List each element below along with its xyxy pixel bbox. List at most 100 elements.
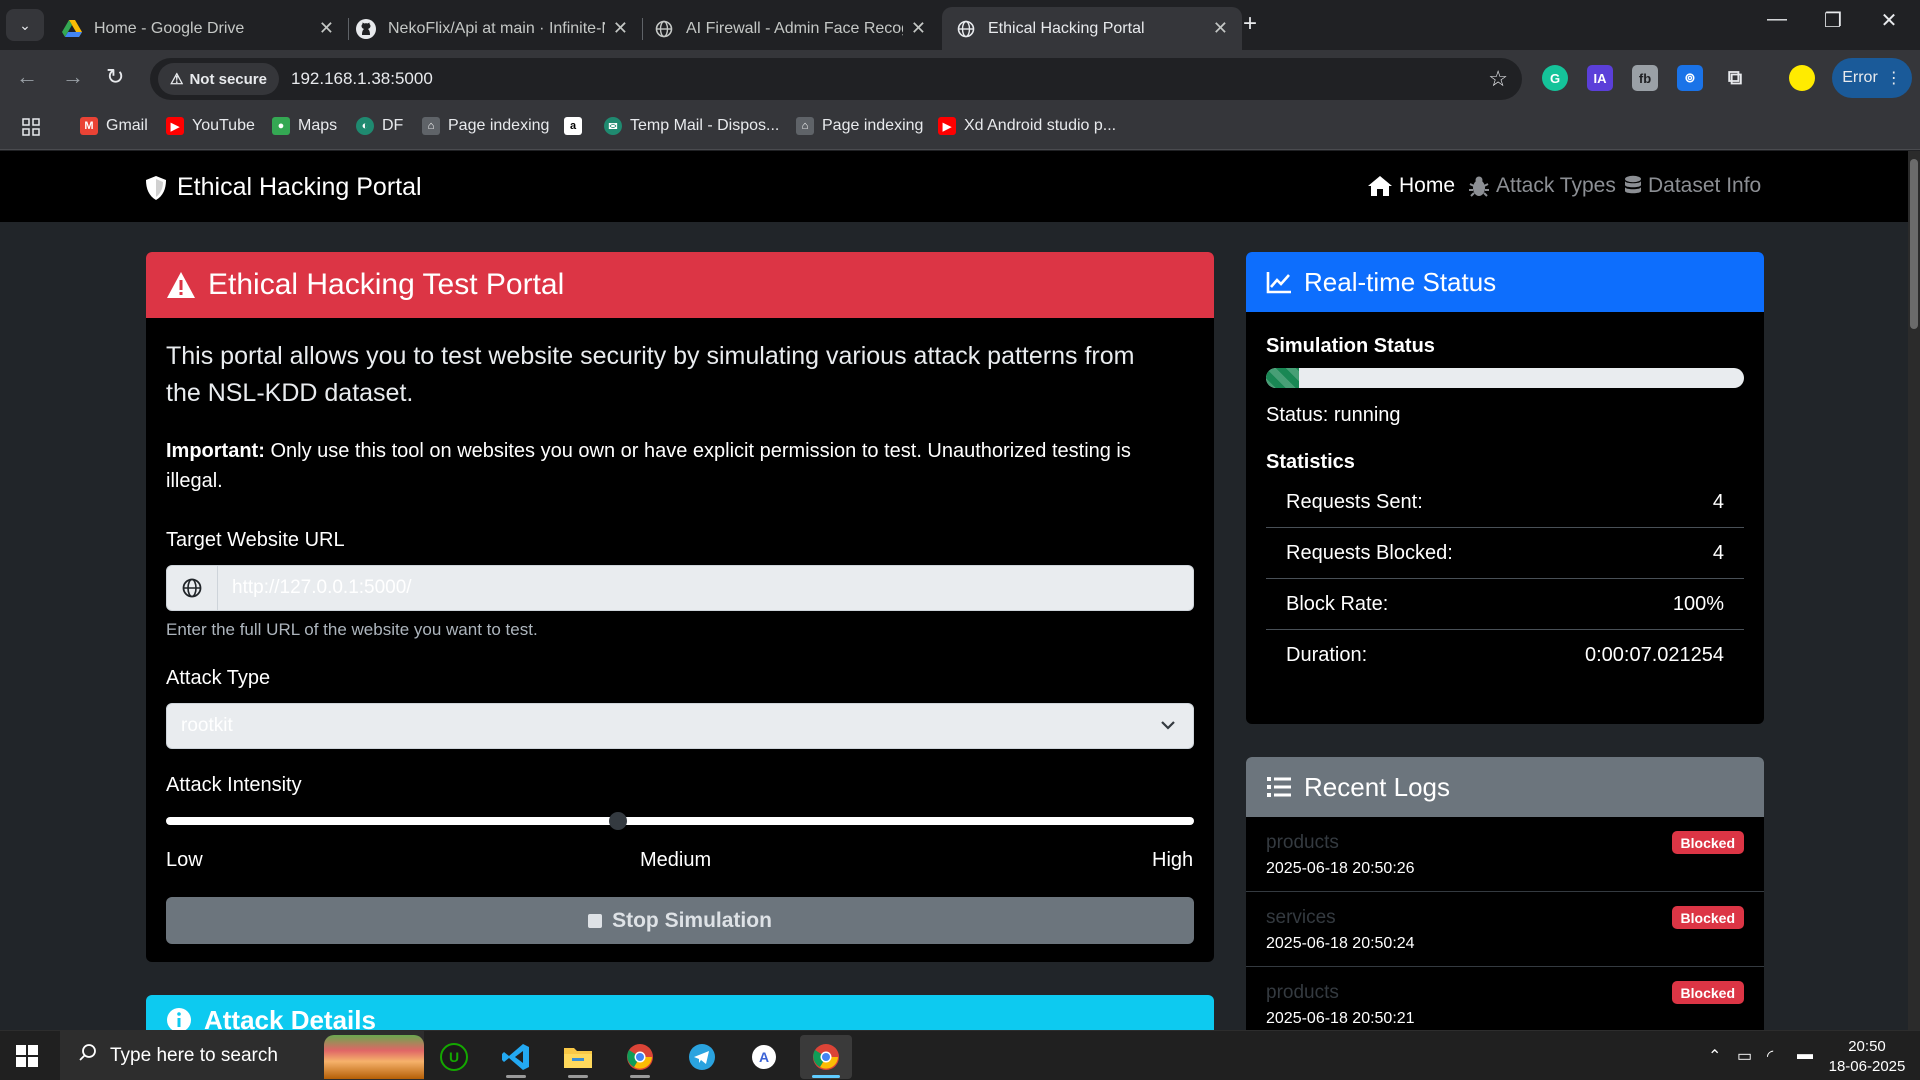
df-icon: ◐: [356, 117, 374, 135]
bookmark-temp-mail[interactable]: ✉ Temp Mail - Dispos...: [604, 117, 779, 135]
tab-github[interactable]: NekoFlix/Api at main · Infinite-N ✕: [342, 7, 642, 50]
tab-search-button[interactable]: ⌄: [6, 9, 44, 41]
close-icon[interactable]: ✕: [911, 18, 926, 39]
taskbar-clock[interactable]: 20:50 18-06-2025: [1828, 1037, 1906, 1077]
tab-title: Home - Google Drive: [94, 19, 245, 37]
close-icon[interactable]: ✕: [613, 18, 628, 39]
chevron-up-icon[interactable]: ⌃: [1708, 1046, 1721, 1066]
warning-triangle-icon: [167, 272, 195, 298]
chevron-down-icon: [1161, 721, 1175, 730]
not-secure-chip[interactable]: ⚠ Not secure: [158, 63, 279, 95]
close-window-icon[interactable]: ✕: [1866, 8, 1912, 33]
restore-icon[interactable]: ❐: [1810, 8, 1856, 33]
grammarly-extension-icon[interactable]: G: [1542, 65, 1568, 91]
telegram-icon[interactable]: [676, 1035, 728, 1079]
nav-home[interactable]: Home: [1367, 174, 1455, 198]
attack-type-value: rootkit: [181, 715, 233, 736]
bookmark-youtube[interactable]: ▶ YouTube: [166, 117, 255, 135]
bookmark-label: Page indexing: [448, 117, 550, 134]
gmail-icon: M: [80, 117, 98, 135]
list-item[interactable]: products 2025-06-18 20:50:21 Blocked: [1246, 967, 1764, 1030]
back-icon[interactable]: ←: [16, 64, 38, 90]
url-text[interactable]: 192.168.1.38:5000: [291, 69, 433, 89]
intensity-low-label: Low: [166, 849, 203, 871]
intensity-slider[interactable]: [166, 812, 1194, 830]
test-portal-card-header: Ethical Hacking Test Portal: [146, 252, 1214, 318]
status-badge: Blocked: [1671, 981, 1744, 1004]
wifi-icon[interactable]: ◜: [1767, 1046, 1773, 1066]
target-url-input[interactable]: [218, 565, 1194, 611]
attack-details-card: Attack Details: [146, 995, 1214, 1030]
bookmark-label: Page indexing: [822, 117, 924, 134]
profile-error-button[interactable]: Error ⋮: [1832, 58, 1912, 98]
bookmark-amazon[interactable]: a: [564, 117, 582, 135]
youtube-icon: ▶: [938, 117, 956, 135]
bookmark-xd-android[interactable]: ▶ Xd Android studio p...: [938, 117, 1116, 135]
chevron-down-icon: ⌄: [19, 16, 31, 33]
site-brand[interactable]: Ethical Hacking Portal: [145, 173, 422, 202]
running-indicator: [506, 1075, 526, 1078]
close-icon[interactable]: ✕: [1213, 18, 1228, 39]
clock-time: 20:50: [1848, 1038, 1886, 1055]
bookmark-label: Gmail: [106, 117, 148, 134]
taskbar-search-box[interactable]: Type here to search: [60, 1031, 424, 1080]
bookmark-star-icon[interactable]: ☆: [1488, 66, 1508, 92]
chrome-icon[interactable]: [800, 1035, 852, 1079]
chrome-profile-icon[interactable]: [614, 1035, 666, 1079]
file-explorer-icon[interactable]: [552, 1035, 604, 1079]
svg-text:A: A: [759, 1049, 769, 1065]
tab-google-drive[interactable]: Home - Google Drive ✕: [48, 7, 348, 50]
simulation-progress-bar: [1266, 368, 1744, 388]
close-icon[interactable]: ✕: [319, 18, 334, 39]
puzzle-extensions-icon[interactable]: ⧉: [1722, 65, 1748, 91]
apps-grid-icon[interactable]: [22, 118, 40, 136]
stat-value: 100%: [1672, 592, 1724, 615]
avatar[interactable]: [1789, 65, 1815, 91]
stat-value: 4: [1712, 490, 1724, 513]
stop-simulation-button[interactable]: Stop Simulation: [166, 897, 1194, 944]
tab-ethical-hacking-portal[interactable]: Ethical Hacking Portal ✕: [942, 7, 1242, 50]
bookmark-label: Maps: [298, 117, 338, 134]
search-console-icon: ⌂: [796, 117, 814, 135]
scrollbar-thumb[interactable]: [1910, 159, 1918, 329]
ia-extension-icon[interactable]: IA: [1587, 65, 1613, 91]
attack-type-select[interactable]: rootkit: [166, 703, 1194, 749]
page-scrollbar[interactable]: [1908, 151, 1920, 1030]
stat-value: 4: [1712, 541, 1724, 564]
new-tab-button[interactable]: +: [1243, 10, 1257, 38]
battery-icon[interactable]: ▬: [1797, 1046, 1813, 1064]
browser-toolbar: ← → ↻ ⚠ Not secure 192.168.1.38:5000 ☆ G…: [0, 50, 1920, 107]
intensity-medium-label: Medium: [640, 849, 712, 871]
fb-extension-icon[interactable]: fb: [1632, 65, 1658, 91]
list-item[interactable]: services 2025-06-18 20:50:24 Blocked: [1246, 892, 1764, 967]
forward-icon[interactable]: →: [62, 64, 84, 90]
nav-attack-types[interactable]: Attack Types: [1468, 174, 1616, 198]
browser-tab-bar: ⌄ Home - Google Drive ✕ NekoFlix/Api at …: [0, 0, 1920, 50]
vscode-icon[interactable]: [490, 1035, 542, 1079]
bookmark-maps[interactable]: ● Maps: [272, 117, 337, 135]
search-highlight-image: [324, 1035, 424, 1079]
extension-icon[interactable]: ⊚: [1677, 65, 1703, 91]
bookmark-page-indexing-2[interactable]: ⌂ Page indexing: [796, 117, 923, 135]
display-icon[interactable]: ▭: [1737, 1046, 1752, 1066]
tab-ai-firewall[interactable]: AI Firewall - Admin Face Recogn ✕: [640, 7, 940, 50]
bookmark-label: DF: [382, 117, 404, 134]
windows-start-button[interactable]: [16, 1045, 38, 1067]
address-bar[interactable]: ⚠ Not secure 192.168.1.38:5000 ☆: [150, 58, 1522, 100]
simulation-status-label: Simulation Status: [1266, 335, 1435, 357]
nav-dataset-info[interactable]: Dataset Info: [1624, 174, 1761, 198]
bookmark-gmail[interactable]: M Gmail: [80, 117, 148, 135]
bug-icon: [1469, 176, 1489, 197]
list-item[interactable]: products 2025-06-18 20:50:26 Blocked: [1246, 817, 1764, 892]
temp-mail-icon: ✉: [604, 117, 622, 135]
kebab-menu-icon: ⋮: [1885, 70, 1902, 87]
slider-handle[interactable]: [609, 812, 628, 830]
reload-icon[interactable]: ↻: [106, 64, 124, 90]
not-secure-label: Not secure: [189, 70, 267, 88]
app-launcher-icon[interactable]: A: [738, 1035, 790, 1079]
nav-label: Dataset Info: [1648, 174, 1762, 197]
upwork-icon[interactable]: U: [428, 1035, 480, 1079]
bookmark-page-indexing[interactable]: ⌂ Page indexing: [422, 117, 549, 135]
minimize-icon[interactable]: —: [1754, 8, 1800, 31]
bookmark-df[interactable]: ◐ DF: [356, 117, 403, 135]
